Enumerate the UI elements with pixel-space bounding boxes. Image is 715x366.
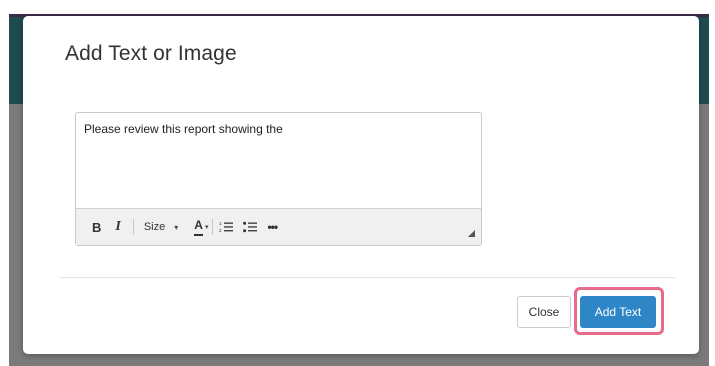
- font-color-dropdown[interactable]: A ▾: [178, 217, 208, 237]
- unordered-list-icon: [243, 221, 258, 233]
- editor-toolbar: B I Size ▾ A ▾ 1 2 •••: [76, 208, 481, 245]
- italic-button[interactable]: I: [115, 217, 120, 237]
- font-size-label: Size: [143, 221, 166, 233]
- bold-button[interactable]: B: [92, 217, 101, 237]
- ordered-list-icon: 1 2: [219, 221, 234, 233]
- add-text-modal: Add Text or Image Please review this rep…: [23, 16, 699, 354]
- chevron-down-icon: ▾: [204, 224, 209, 231]
- unordered-list-button[interactable]: [243, 217, 258, 237]
- font-color-icon: A: [194, 218, 203, 236]
- modal-title: Add Text or Image: [65, 42, 237, 65]
- editor-text-area[interactable]: Please review this report showing the: [84, 122, 283, 136]
- rich-text-editor: Please review this report showing the B …: [75, 112, 482, 246]
- svg-text:2: 2: [219, 228, 222, 233]
- add-text-button[interactable]: Add Text: [580, 296, 656, 328]
- close-button[interactable]: Close: [517, 296, 571, 328]
- font-size-dropdown[interactable]: Size ▾: [144, 217, 178, 237]
- resize-handle-icon[interactable]: [468, 230, 475, 237]
- ordered-list-button[interactable]: 1 2: [219, 217, 234, 237]
- more-options-button[interactable]: •••: [267, 217, 278, 237]
- svg-text:1: 1: [219, 221, 222, 226]
- toolbar-divider: [212, 219, 214, 235]
- screen: Add Text or Image Please review this rep…: [0, 0, 715, 366]
- footer-divider: [59, 277, 675, 278]
- toolbar-divider: [132, 219, 134, 235]
